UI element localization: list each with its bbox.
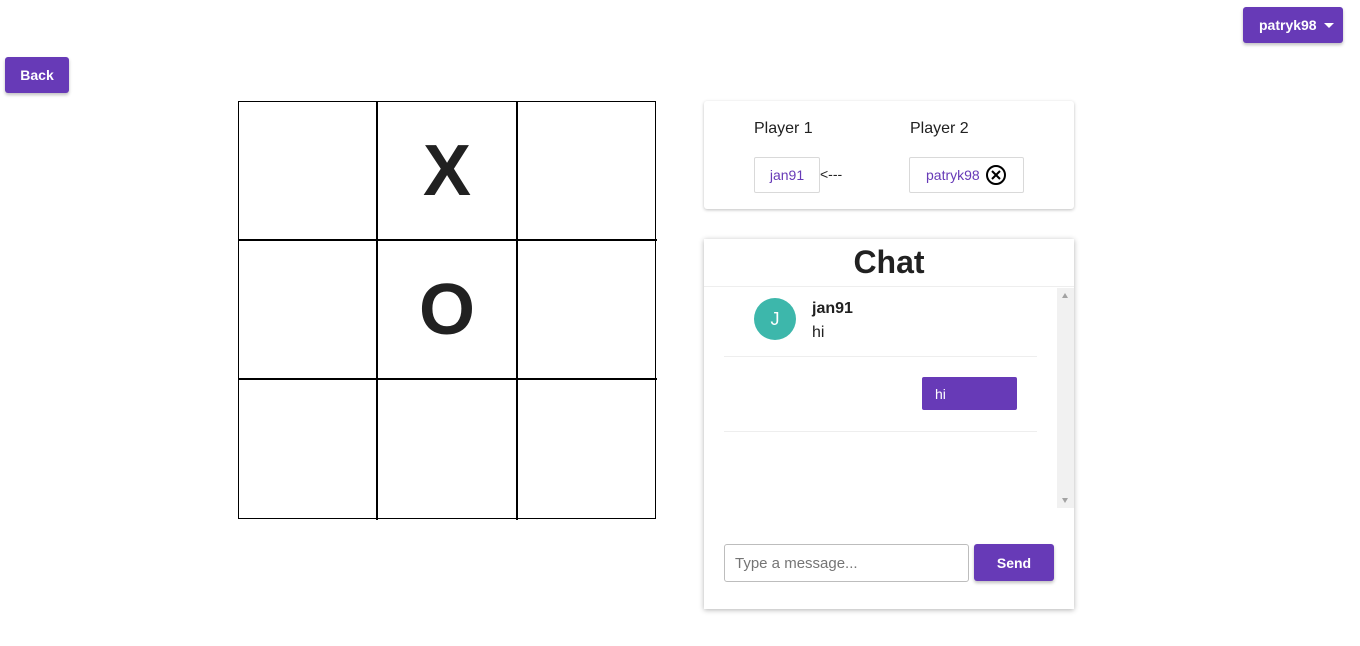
board-cell-9[interactable] bbox=[518, 380, 657, 520]
message-divider bbox=[724, 431, 1037, 432]
board-cell-3[interactable] bbox=[518, 102, 657, 241]
message-text: hi bbox=[812, 324, 825, 341]
user-menu-button[interactable]: patryk98 bbox=[1243, 7, 1343, 43]
avatar: J bbox=[754, 298, 796, 340]
scroll-up-icon[interactable] bbox=[1062, 293, 1068, 298]
chat-panel: Chat J jan91 hi hi Send bbox=[704, 239, 1074, 609]
username-label: patryk98 bbox=[1259, 17, 1317, 33]
remove-player-icon[interactable] bbox=[985, 164, 1007, 186]
board-cell-5[interactable]: O bbox=[378, 241, 518, 380]
scroll-down-icon[interactable] bbox=[1062, 498, 1068, 503]
message-input[interactable] bbox=[724, 544, 969, 582]
sent-message-bubble: hi bbox=[922, 377, 1017, 410]
chat-title: Chat bbox=[704, 239, 1074, 287]
message-author: jan91 bbox=[812, 300, 853, 317]
player1-name: jan91 bbox=[769, 167, 805, 183]
player2-chip[interactable]: patryk98 bbox=[909, 157, 1024, 193]
back-button[interactable]: Back bbox=[5, 57, 69, 93]
send-button[interactable]: Send bbox=[974, 544, 1054, 581]
chat-messages[interactable]: J jan91 hi hi bbox=[704, 288, 1057, 508]
caret-down-icon bbox=[1324, 23, 1334, 28]
board-cell-4[interactable] bbox=[239, 241, 378, 380]
message-divider bbox=[724, 356, 1037, 357]
player1-chip[interactable]: jan91 bbox=[754, 157, 820, 193]
board-cell-2[interactable]: X bbox=[378, 102, 518, 241]
turn-indicator: <--- bbox=[820, 166, 843, 182]
board-cell-8[interactable] bbox=[378, 380, 518, 520]
message-item: J bbox=[754, 298, 796, 340]
board-cell-7[interactable] bbox=[239, 380, 378, 520]
game-board: X O bbox=[238, 101, 657, 520]
board-cell-6[interactable] bbox=[518, 241, 657, 380]
players-panel: Player 1 Player 2 jan91 <--- patryk98 bbox=[704, 101, 1074, 209]
board-cell-1[interactable] bbox=[239, 102, 378, 241]
chat-scrollbar[interactable] bbox=[1057, 288, 1074, 508]
player2-label: Player 2 bbox=[910, 120, 969, 137]
sent-message-text: hi bbox=[935, 385, 946, 402]
player2-name: patryk98 bbox=[926, 167, 980, 183]
player1-label: Player 1 bbox=[754, 120, 813, 137]
